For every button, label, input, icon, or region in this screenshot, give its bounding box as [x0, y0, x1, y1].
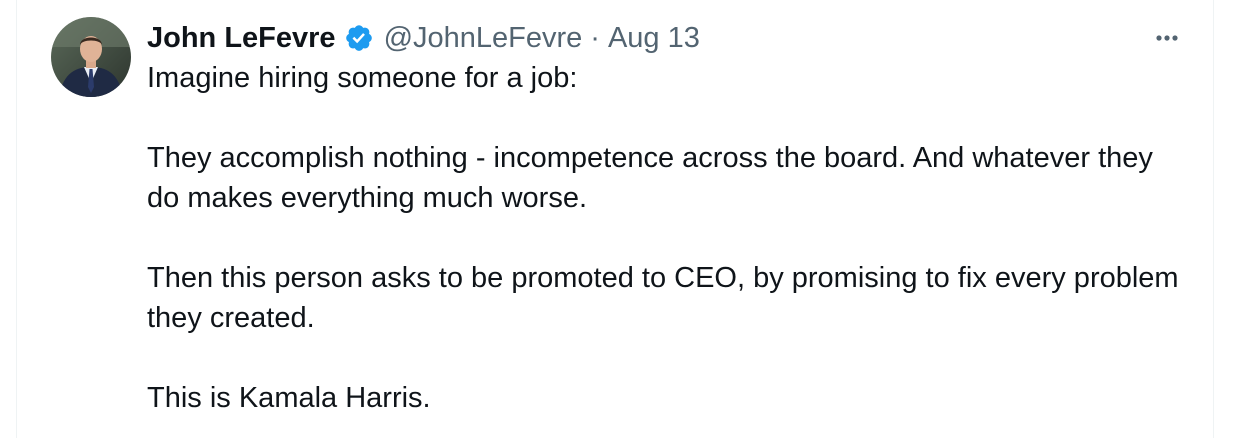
author-handle[interactable]: @JohnLeFevre — [384, 22, 583, 55]
author-display-name[interactable]: John LeFevre — [147, 22, 336, 55]
avatar-photo — [51, 17, 131, 97]
tweet-date[interactable]: Aug 13 — [608, 22, 700, 55]
tweet-card: John LeFevre @JohnLeFevre · Aug 13 Imagi… — [16, 0, 1214, 438]
avatar[interactable] — [51, 17, 131, 97]
more-options-icon[interactable] — [1147, 22, 1187, 54]
tweet-header: John LeFevre @JohnLeFevre · Aug 13 — [147, 18, 700, 58]
tweet-paragraph: Then this person asks to be promoted to … — [147, 262, 1179, 334]
tweet-text: Imagine hiring someone for a job: They a… — [147, 58, 1187, 418]
verified-badge-icon — [344, 23, 374, 53]
tweet-paragraph: Imagine hiring someone for a job: — [147, 62, 578, 94]
separator-dot: · — [590, 21, 600, 54]
tweet-paragraph: This is Kamala Harris. — [147, 382, 431, 414]
tweet-paragraph: They accomplish nothing - incompetence a… — [147, 142, 1153, 214]
